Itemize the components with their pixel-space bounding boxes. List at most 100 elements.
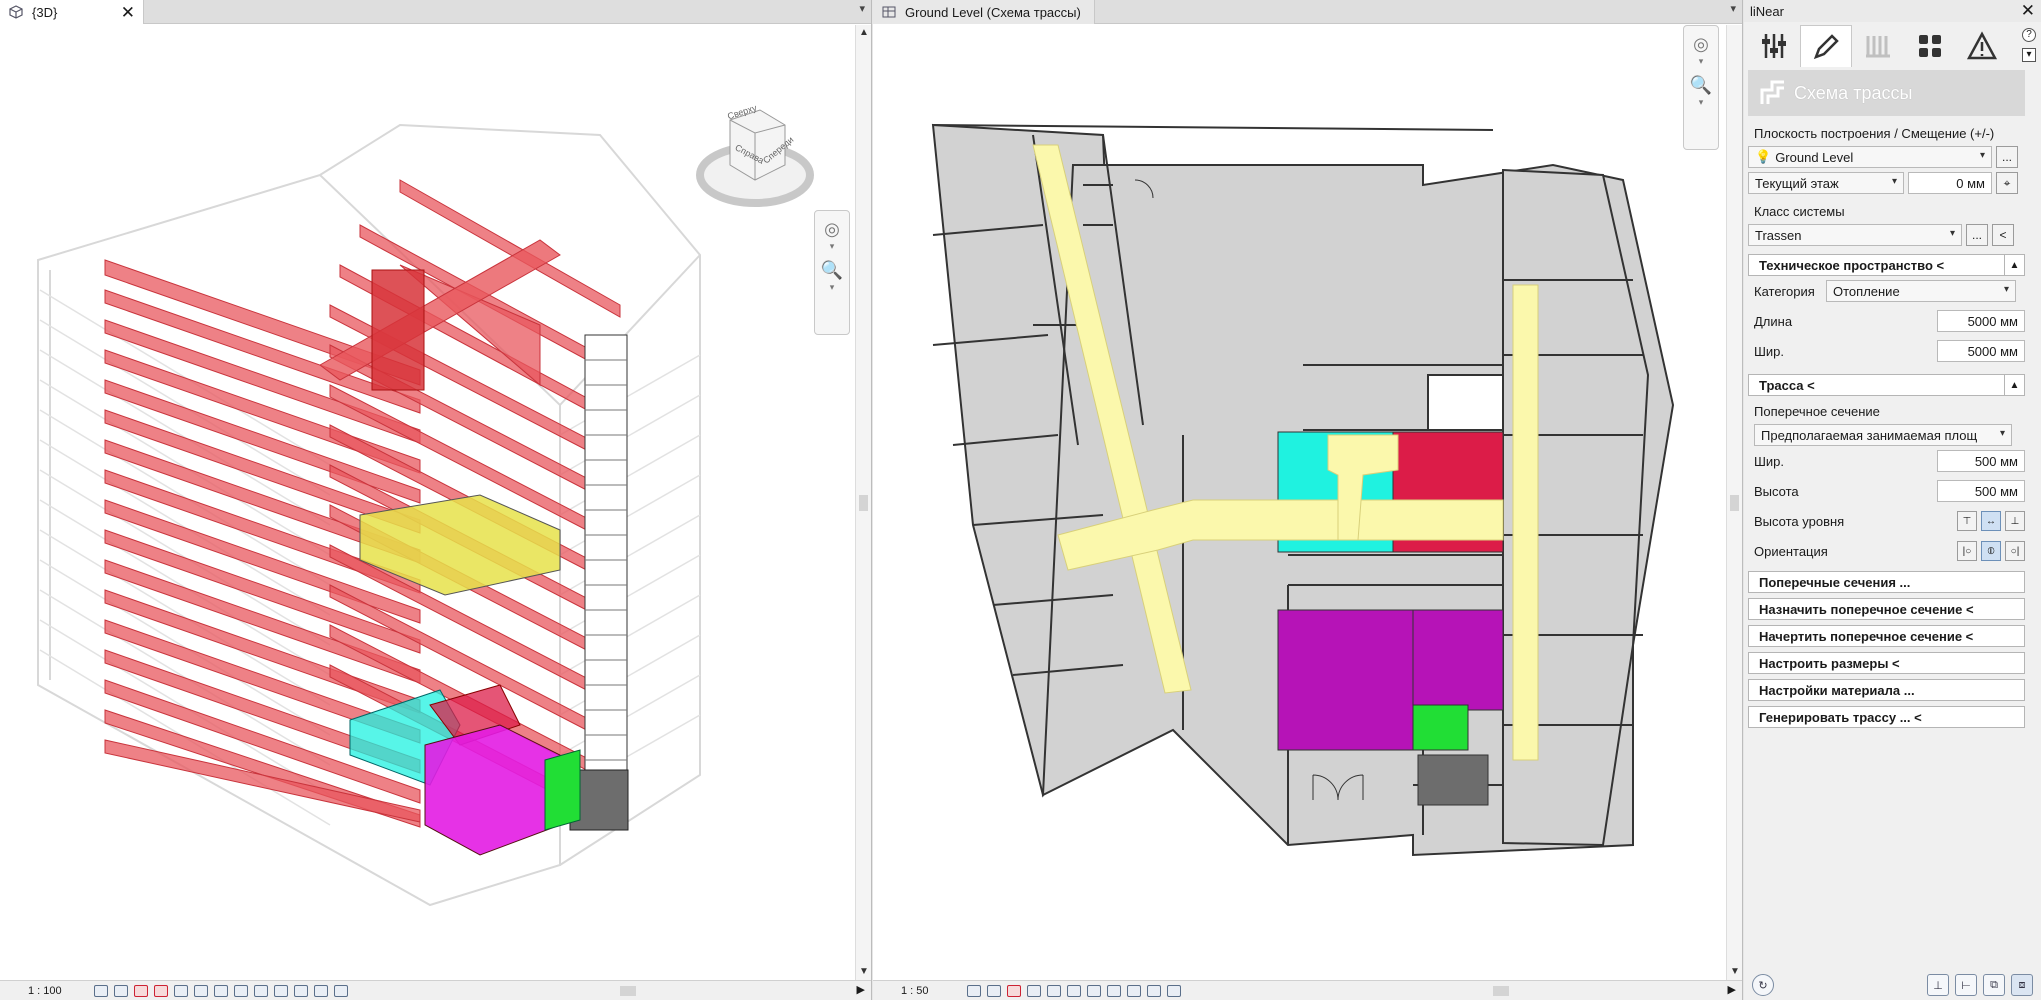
cross-sections-button[interactable]: Поперечные сечения ... <box>1748 571 2025 593</box>
scroll-down-icon[interactable]: ▼ <box>856 964 871 980</box>
chevron-down-icon[interactable]: ▾ <box>1684 97 1718 108</box>
settings-sliders-icon[interactable] <box>1748 25 1800 67</box>
route-width-input[interactable]: 500 мм <box>1937 450 2025 472</box>
route-tool-2-icon[interactable]: ⊢ <box>1955 974 1977 996</box>
route-tool-4-icon[interactable]: ⧈ <box>2011 974 2033 996</box>
refresh-icon[interactable]: ↻ <box>1752 974 1774 996</box>
grid-icon[interactable] <box>1904 25 1956 67</box>
view-scale[interactable]: 1 : 100 <box>0 985 80 997</box>
orient-left-icon[interactable]: |○ <box>1957 541 1977 561</box>
reveal-icon[interactable] <box>1127 984 1141 997</box>
scroll-down-icon[interactable]: ▼ <box>1727 964 1742 980</box>
sun-path-icon[interactable] <box>134 984 148 997</box>
steering-wheel-2d-icon[interactable]: ◎ <box>1688 32 1714 56</box>
crop-icon[interactable] <box>194 984 208 997</box>
draw-cross-section-button[interactable]: Начертить поперечное сечение < <box>1748 625 2025 647</box>
zoom-icon[interactable]: 🔍 <box>1688 73 1714 97</box>
route-scheme-icon <box>1758 78 1788 108</box>
configure-dimensions-button[interactable]: Настроить размеры < <box>1748 652 2025 674</box>
worksharing-icon[interactable] <box>314 984 328 997</box>
reveal-icon[interactable] <box>294 984 308 997</box>
generate-route-button[interactable]: Генерировать трассу ... < <box>1748 706 2025 728</box>
sun-path-icon[interactable] <box>1007 984 1021 997</box>
steering-wheel-icon[interactable]: ◎ <box>819 217 845 241</box>
horizontal-scrollbar-plan[interactable]: ▶ <box>1293 984 1736 998</box>
assign-cross-section-button[interactable]: Назначить поперечное сечение < <box>1748 598 2025 620</box>
visual-style-icon[interactable] <box>987 984 1001 997</box>
plan-canvas[interactable]: ◎ ▾ 🔍 ▾ <box>873 25 1726 980</box>
offset-input[interactable]: 0 мм <box>1908 172 1992 194</box>
orient-center-icon[interactable]: ⦶ <box>1981 541 2001 561</box>
level-select[interactable]: 💡 Ground Level ▾ <box>1748 146 1992 168</box>
view-scale[interactable]: 1 : 50 <box>873 985 953 997</box>
system-class-browse-button[interactable]: ... <box>1966 224 1988 246</box>
orient-right-icon[interactable]: ○| <box>2005 541 2025 561</box>
warning-icon[interactable] <box>1956 25 2008 67</box>
collapse-icon[interactable]: ▲ <box>2004 254 2024 276</box>
level-browse-button[interactable]: ... <box>1996 146 2018 168</box>
shadows-icon[interactable] <box>154 984 168 997</box>
width-input[interactable]: 5000 мм <box>1937 340 2025 362</box>
analytical-icon[interactable] <box>254 984 268 997</box>
detail-level-icon[interactable] <box>967 984 981 997</box>
material-settings-button[interactable]: Настройки материала ... <box>1748 679 2025 701</box>
hscroll-thumb[interactable] <box>1493 986 1509 996</box>
scroll-right-icon[interactable]: ▶ <box>1728 983 1736 996</box>
tech-space-section-label: Техническое пространство < <box>1759 257 1945 273</box>
chevron-down-icon[interactable]: ▾ <box>815 241 849 252</box>
highlight-icon[interactable] <box>1107 984 1121 997</box>
close-icon[interactable]: ✕ <box>2021 1 2035 21</box>
category-select[interactable]: Отопление ▾ <box>1826 280 2016 302</box>
horizontal-scrollbar[interactable]: ▶ <box>420 984 865 998</box>
viewcube[interactable]: Сверху Справа Спереди <box>690 85 820 215</box>
scroll-up-icon[interactable]: ▲ <box>856 25 871 41</box>
tab-3d[interactable]: {3D} ✕ <box>0 0 144 24</box>
align-bottom-icon[interactable]: ⊥ <box>2005 511 2025 531</box>
highlight-icon[interactable] <box>274 984 288 997</box>
system-class-select[interactable]: Trassen ▾ <box>1748 224 1962 246</box>
vertical-scrollbar-plan[interactable]: ▼ <box>1726 25 1742 980</box>
tab-menu-icon[interactable]: ▾ <box>859 2 865 15</box>
collapse-icon[interactable]: ▲ <box>2004 374 2024 396</box>
chevron-down-icon[interactable]: ▾ <box>815 282 849 293</box>
length-input[interactable]: 5000 мм <box>1937 310 2025 332</box>
hide-icon[interactable] <box>234 984 248 997</box>
scroll-thumb[interactable] <box>859 495 868 511</box>
tab-ground-level[interactable]: Ground Level (Схема трассы) <box>873 0 1095 24</box>
align-middle-icon[interactable]: ↔ <box>1981 511 2001 531</box>
3d-canvas[interactable]: Сверху Справа Спереди ◎ ▾ 🔍 ▾ <box>0 25 855 980</box>
close-icon[interactable]: ✕ <box>121 4 135 21</box>
vertical-scrollbar[interactable]: ▲ ▼ <box>855 25 871 980</box>
cross-section-select[interactable]: Предполагаемая занимаемая площ ▾ <box>1754 424 2012 446</box>
hide-icon[interactable] <box>1067 984 1081 997</box>
tab-menu-icon[interactable]: ▾ <box>1730 2 1736 15</box>
floor-select[interactable]: Текущий этаж ▾ <box>1748 172 1904 194</box>
analytical-icon[interactable] <box>1087 984 1101 997</box>
scroll-thumb[interactable] <box>1730 495 1739 511</box>
route-section[interactable]: Трасса < ▲ <box>1748 374 2025 396</box>
hscroll-thumb[interactable] <box>620 986 636 996</box>
level-height-options: ⊤ ↔ ⊥ <box>1957 511 2025 531</box>
scroll-right-icon[interactable]: ▶ <box>857 983 865 996</box>
zoom-icon[interactable]: 🔍 <box>819 258 845 282</box>
pencil-icon[interactable] <box>1800 25 1852 67</box>
render-icon[interactable] <box>174 984 188 997</box>
shadows-icon[interactable] <box>1027 984 1041 997</box>
tech-space-section[interactable]: Техническое пространство < ▲ <box>1748 254 2025 276</box>
constraints-icon[interactable] <box>334 984 348 997</box>
align-top-icon[interactable]: ⊤ <box>1957 511 1977 531</box>
lock-3d-icon[interactable] <box>214 984 228 997</box>
constraints-icon[interactable] <box>1167 984 1181 997</box>
panel-scrollbar[interactable] <box>2025 22 2041 970</box>
worksharing-icon[interactable] <box>1147 984 1161 997</box>
floor-plan-icon <box>881 4 897 20</box>
pick-point-icon[interactable]: ⌖ <box>1996 172 2018 194</box>
detail-level-icon[interactable] <box>94 984 108 997</box>
system-class-pick-button[interactable]: < <box>1992 224 2014 246</box>
chevron-down-icon[interactable]: ▾ <box>1684 56 1718 67</box>
crop-icon[interactable] <box>1047 984 1061 997</box>
route-height-input[interactable]: 500 мм <box>1937 480 2025 502</box>
route-tool-3-icon[interactable]: ⧉ <box>1983 974 2005 996</box>
visual-style-icon[interactable] <box>114 984 128 997</box>
route-tool-1-icon[interactable]: ⊥ <box>1927 974 1949 996</box>
